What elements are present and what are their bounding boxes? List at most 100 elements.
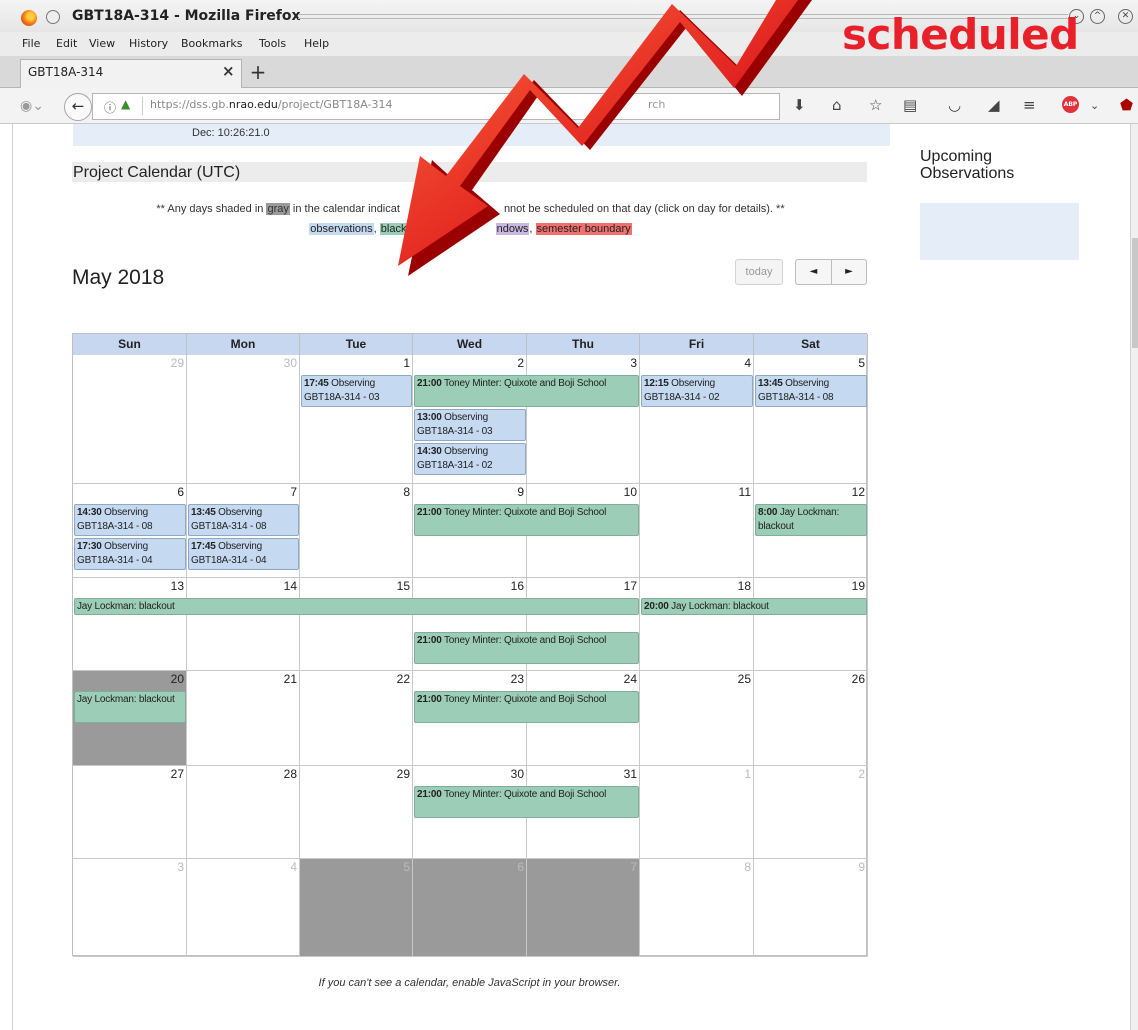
url-separator <box>142 97 143 115</box>
day-number: 22 <box>396 672 410 686</box>
calendar-day[interactable]: 8 <box>640 859 754 957</box>
calendar-day[interactable]: 30 <box>187 355 300 484</box>
ublock-icon[interactable]: ⬟ <box>1120 96 1133 114</box>
calendar-day[interactable]: 19 <box>754 578 868 671</box>
event-time: 14:30 <box>417 446 442 457</box>
calendar-day[interactable]: 13 <box>73 578 187 671</box>
blackout-event[interactable]: 21:00 Toney Minter: Quixote and Boji Sch… <box>414 504 639 536</box>
calendar-day[interactable]: 9 <box>754 859 868 957</box>
observation-event[interactable]: 13:45 Observing GBT18A-314 - 08 <box>188 504 299 536</box>
calendar-day[interactable]: 22 <box>300 671 413 766</box>
observation-event[interactable]: 14:30 Observing GBT18A-314 - 08 <box>74 504 186 536</box>
calendar-day[interactable]: 26 <box>754 671 868 766</box>
event-time: 21:00 <box>417 635 442 646</box>
day-number: 5 <box>858 356 865 370</box>
menu-tools[interactable]: Tools <box>259 37 286 50</box>
observation-event[interactable]: 12:15 Observing GBT18A-314 - 02 <box>641 375 753 407</box>
observation-event[interactable]: 17:30 Observing GBT18A-314 - 04 <box>74 538 186 570</box>
adblock-plus-icon[interactable]: ABP <box>1062 96 1079 113</box>
prev-month-button[interactable]: ◄ <box>795 259 831 285</box>
scrollbar-thumb[interactable] <box>1132 238 1138 348</box>
event-time: 17:45 <box>191 541 216 552</box>
menu-history[interactable]: History <box>129 37 168 50</box>
observation-event[interactable]: 14:30 Observing GBT18A-314 - 02 <box>414 443 526 475</box>
calendar-day[interactable]: 3 <box>73 859 187 957</box>
day-number: 8 <box>744 860 751 874</box>
calendar-day[interactable]: 28 <box>187 766 300 859</box>
menu-help[interactable]: Help <box>304 37 329 50</box>
bookmark-star-icon[interactable]: ☆ <box>869 96 882 114</box>
observation-event[interactable]: 17:45 Observing GBT18A-314 - 04 <box>188 538 299 570</box>
url-text[interactable]: https://dss.gb.nrao.edu/project/GBT18A-3… <box>150 98 392 111</box>
event-text: Toney Minter: Quixote and Boji School <box>443 789 607 800</box>
blackout-event[interactable]: 21:00 Toney Minter: Quixote and Boji Sch… <box>414 786 639 818</box>
blackout-event[interactable]: 20:00 Jay Lockman: blackout <box>641 598 867 615</box>
identity-icon[interactable]: ◉⌄ <box>20 98 44 114</box>
new-tab-button[interactable]: + <box>244 59 272 87</box>
day-number: 2 <box>517 356 524 370</box>
day-number: 7 <box>630 860 637 874</box>
menu-view[interactable]: View <box>89 37 115 50</box>
search-input[interactable]: rch <box>648 98 665 111</box>
calendar-day[interactable]: 8 <box>300 484 413 578</box>
day-header: Mon <box>187 334 300 355</box>
back-button[interactable]: ← <box>64 93 92 121</box>
observation-event[interactable]: 17:45 Observing GBT18A-314 - 03 <box>301 375 412 407</box>
calendar-day[interactable]: 1 <box>640 766 754 859</box>
next-month-button[interactable]: ► <box>831 259 867 285</box>
calendar-day[interactable]: 4 <box>187 859 300 957</box>
upcoming-observations-box <box>920 203 1079 260</box>
event-time: 8:00 <box>758 507 778 518</box>
blackout-event[interactable]: Jay Lockman: blackout <box>74 598 639 615</box>
day-number: 4 <box>290 860 297 874</box>
today-button[interactable]: today <box>735 259 783 285</box>
calendar-day[interactable]: 29 <box>300 766 413 859</box>
maximize-icon[interactable]: ^ <box>1090 9 1105 24</box>
month-title: May 2018 <box>72 266 165 289</box>
blackout-event[interactable]: 8:00 Jay Lockman: blackout <box>755 504 867 536</box>
home-icon[interactable]: ⌂ <box>832 96 842 114</box>
calendar-day[interactable]: 14 <box>187 578 300 671</box>
calendar-day[interactable]: 21 <box>187 671 300 766</box>
calendar-day[interactable]: 29 <box>73 355 187 484</box>
download-icon[interactable]: ⬇ <box>793 96 806 114</box>
observation-event[interactable]: 13:00 Observing GBT18A-314 - 03 <box>414 409 526 441</box>
tab-close-icon[interactable]: × <box>222 62 235 80</box>
event-text: Jay Lockman: blackout <box>77 694 175 705</box>
event-time: 21:00 <box>417 694 442 705</box>
day-number: 20 <box>170 672 184 686</box>
blackout-event[interactable]: 21:00 Toney Minter: Quixote and Boji Sch… <box>414 632 639 664</box>
calendar-day[interactable]: 2 <box>754 766 868 859</box>
pocket-icon[interactable]: ◡ <box>948 96 961 114</box>
blackout-event[interactable]: 21:00 Toney Minter: Quixote and Boji Sch… <box>414 375 639 407</box>
calendar-day[interactable]: 11 <box>640 484 754 578</box>
calendar-day-unschedulable[interactable]: 6 <box>413 859 527 957</box>
observation-event[interactable]: 13:45 Observing GBT18A-314 - 08 <box>755 375 867 407</box>
menu-file[interactable]: File <box>22 37 40 50</box>
info-icon[interactable]: ⓘ <box>104 99 116 116</box>
calendar-day-unschedulable[interactable]: 7 <box>527 859 640 957</box>
menu-edit[interactable]: Edit <box>56 37 77 50</box>
day-number: 28 <box>283 767 297 781</box>
close-window-icon[interactable]: ✕ <box>1118 9 1133 24</box>
calendar-day-unschedulable[interactable]: 5 <box>300 859 413 957</box>
day-number: 3 <box>177 860 184 874</box>
page-border <box>12 124 13 1030</box>
tab-label: GBT18A-314 <box>28 65 104 79</box>
chevron-down-icon[interactable]: ⌄ <box>1090 99 1099 112</box>
event-text: Toney Minter: Quixote and Boji School <box>443 378 607 389</box>
menu-bookmarks[interactable]: Bookmarks <box>181 37 242 50</box>
event-time: 21:00 <box>417 378 442 389</box>
share-icon[interactable]: ◢ <box>988 96 1000 114</box>
calendar-day[interactable]: 25 <box>640 671 754 766</box>
calendar-day[interactable]: 15 <box>300 578 413 671</box>
hamburger-menu-icon[interactable]: ≡ <box>1023 96 1036 114</box>
calendar-day[interactable]: 18 <box>640 578 754 671</box>
calendar-day[interactable]: 27 <box>73 766 187 859</box>
day-number: 8 <box>403 485 410 499</box>
window-menu-icon[interactable] <box>46 10 60 24</box>
library-icon[interactable]: ▤ <box>903 96 917 114</box>
blackout-event[interactable]: Jay Lockman: blackout <box>74 691 186 723</box>
event-time: 13:45 <box>191 507 216 518</box>
blackout-event[interactable]: 21:00 Toney Minter: Quixote and Boji Sch… <box>414 691 639 723</box>
